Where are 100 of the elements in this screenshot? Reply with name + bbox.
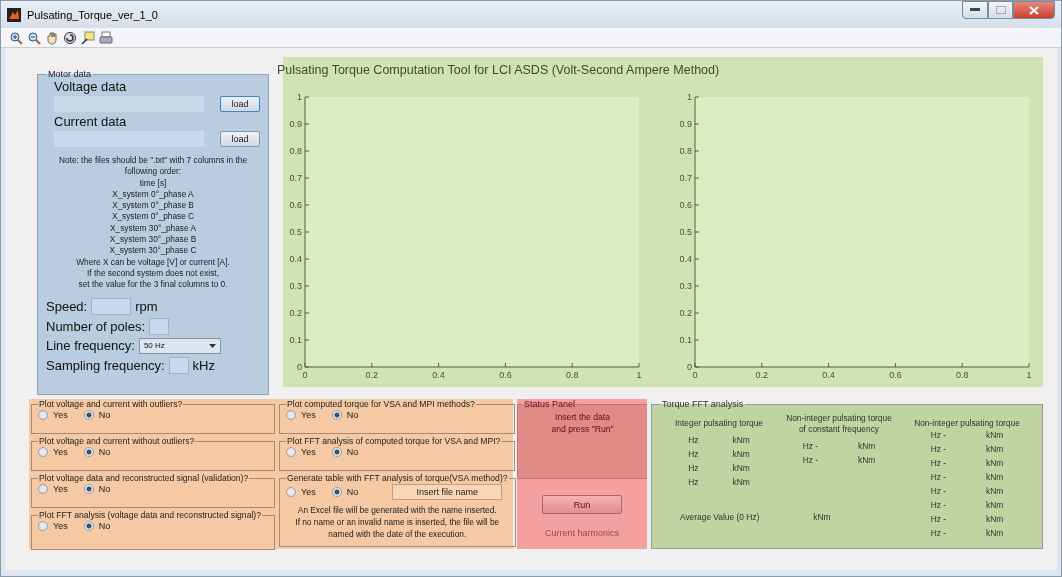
frequency-unit: Hz - [802, 440, 819, 452]
close-button[interactable] [1013, 1, 1055, 19]
tick-label: 0.7 [289, 173, 302, 183]
radio-option[interactable]: No [331, 410, 359, 420]
column-title: Integer pulsating torque [675, 418, 763, 429]
radio-button[interactable] [83, 447, 94, 457]
radio-button[interactable] [38, 410, 48, 420]
tick-label: 0.6 [499, 370, 512, 380]
tick-label: 0.9 [679, 119, 692, 129]
field-label: Speed: [46, 298, 88, 314]
frequency-unit: Hz - [802, 454, 819, 466]
print-icon[interactable] [99, 30, 113, 45]
radio-option[interactable]: No [83, 447, 111, 457]
group-title: Plot voltage and current with outliers? [38, 399, 184, 409]
tick-label: 0 [297, 362, 302, 372]
torque-unit: kNm [858, 440, 876, 452]
frequency-unit: Hz [688, 476, 699, 488]
tick-label: 0.2 [755, 370, 769, 380]
radio-button[interactable] [331, 410, 342, 420]
radio-button[interactable] [38, 447, 48, 457]
run-button[interactable]: Run [542, 495, 622, 514]
tick-label: 0.3 [679, 281, 692, 291]
tick-label: 0.4 [679, 254, 692, 264]
radio-option[interactable]: Yes [38, 447, 68, 457]
tick-label: 0.5 [679, 227, 692, 237]
zoom-in-icon[interactable] [9, 30, 23, 45]
frequency-unit: Hz - [930, 443, 947, 455]
radio-option[interactable]: Yes [38, 484, 68, 494]
torque-unit: kNm [986, 457, 1004, 469]
radio-button[interactable] [83, 484, 94, 494]
sampling-field[interactable] [168, 356, 189, 374]
unit-label: kHz [192, 357, 215, 373]
tick-label: 0.4 [432, 370, 445, 380]
poles-field[interactable] [149, 317, 169, 335]
radio-option[interactable]: Yes [38, 410, 68, 420]
tick-label: 1 [1026, 370, 1032, 380]
radio-button[interactable] [286, 410, 296, 420]
field-label: Voltage data [53, 79, 128, 94]
radio-button[interactable] [286, 447, 296, 457]
group-title: Plot voltage and current without outliers? [38, 436, 196, 446]
radio-option[interactable]: No [331, 487, 359, 497]
window-title: Pulsating_Torque_ver_1_0 [27, 8, 159, 21]
group-title: Plot FFT analysis (voltage data and reconstructed signal)? [38, 510, 262, 520]
radio-option[interactable]: No [331, 447, 359, 457]
minimize-icon [970, 8, 980, 12]
status-message: Insert the data and press "Run" [550, 411, 615, 435]
field-label: Number of poles: [46, 318, 145, 334]
frequency-dropdown[interactable]: 50 Hz [138, 337, 221, 354]
frequency-unit: Hz - [930, 429, 947, 441]
radio-button[interactable] [331, 487, 342, 497]
frequency-unit: Hz [688, 462, 699, 474]
tick-label: 0.6 [889, 370, 902, 380]
unit-label: rpm [135, 298, 158, 314]
speed-field[interactable] [91, 297, 132, 315]
tick-label: 0.8 [565, 370, 579, 380]
torque-unit: kNm [858, 454, 876, 466]
radio-button[interactable] [38, 521, 48, 531]
frequency-unit: Hz - [930, 471, 947, 483]
tick-label: 0.1 [679, 335, 692, 345]
radio-button[interactable] [83, 521, 94, 531]
file-name-field[interactable]: Insert file name [392, 484, 503, 500]
torque-unit: kNm [986, 527, 1004, 539]
close-icon [1029, 5, 1039, 15]
radio-option[interactable]: Yes [286, 487, 316, 497]
torque-unit: kNm [813, 511, 831, 522]
group-title: Plot computed torque for VSA and MPI methods? [286, 399, 476, 409]
field-label: Sampling frequency: [46, 357, 165, 373]
radio-option[interactable]: Yes [286, 447, 316, 457]
radio-button[interactable] [38, 484, 48, 494]
tick-label: 0 [692, 370, 698, 380]
group-title: Plot FFT analysis of computed torque for VSA and MPI? [286, 436, 502, 446]
data-cursor-icon[interactable] [81, 30, 95, 45]
tick-label: 0.3 [289, 281, 302, 291]
frequency-unit: Hz [688, 434, 699, 446]
column-title: Non-integer pulsating torque of constant frequency [786, 413, 892, 435]
tick-label: 0.2 [289, 308, 302, 318]
frequency-unit: Hz - [930, 485, 947, 497]
panel-title: Torque FFT analysis [661, 399, 745, 409]
radio-option[interactable]: No [83, 484, 111, 494]
tick-label: 0 [302, 370, 308, 380]
load-button[interactable]: load [220, 131, 260, 147]
tick-label: 0 [687, 362, 692, 372]
zoom-out-icon[interactable] [27, 30, 41, 45]
radio-option[interactable]: No [83, 521, 111, 531]
torque-unit: kNm [986, 429, 1004, 441]
rotate-icon[interactable] [63, 30, 77, 45]
radio-button[interactable] [286, 487, 296, 497]
radio-button[interactable] [83, 410, 94, 420]
minimize-button[interactable] [962, 1, 988, 19]
tick-label: 0.8 [679, 146, 692, 156]
torque-unit: kNm [986, 513, 1004, 525]
load-button[interactable]: load [220, 96, 260, 112]
radio-option[interactable]: Yes [38, 521, 68, 531]
radio-option[interactable]: Yes [286, 410, 316, 420]
tick-label: 0.2 [679, 308, 692, 318]
note-text: Note: the files should be ".txt" with 7 columns in the following order: time [s] X_system 0°_phase A X_system 0°_phase B X_system 0°_phase C X_system 30°_phase A X_system 30°_phase B X_system 30°_phase C Where X can be voltage [V] or current [A]. If the second system does not exist, set the value for the 3 final columns to 0. [57, 155, 249, 291]
tick-label: 0.2 [365, 370, 379, 380]
radio-button[interactable] [331, 447, 342, 457]
radio-option[interactable]: No [83, 410, 111, 420]
maximize-icon [995, 6, 1006, 14]
